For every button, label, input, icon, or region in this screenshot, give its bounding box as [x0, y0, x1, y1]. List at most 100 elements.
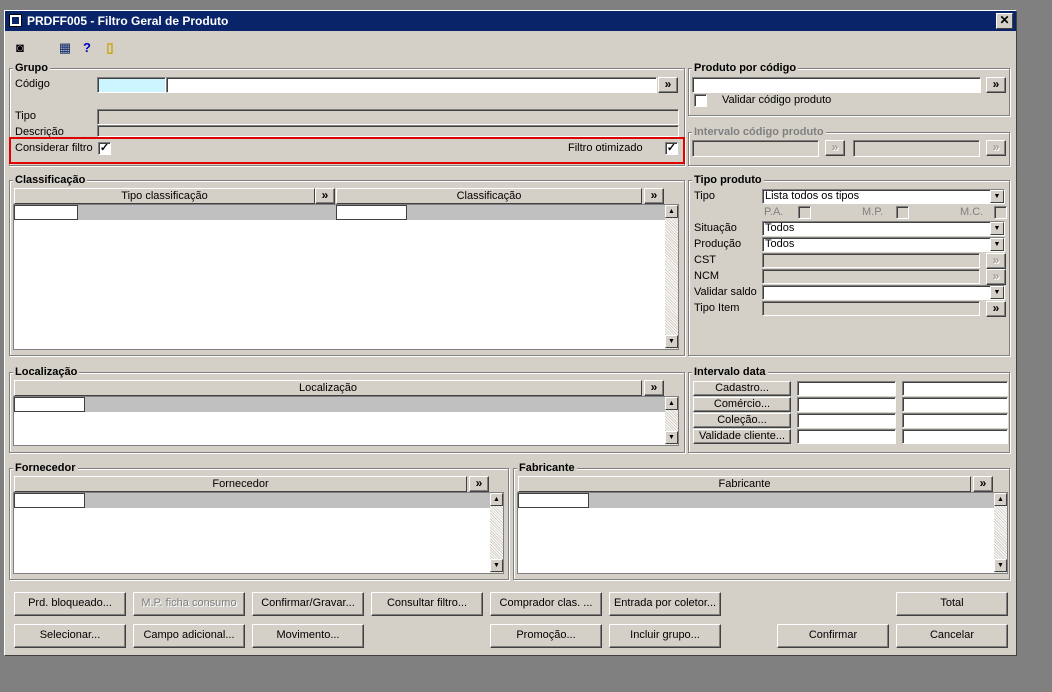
- entrada-coletor-button[interactable]: Entrada por coletor...: [609, 592, 721, 616]
- chevron-down-icon[interactable]: ▼: [990, 286, 1004, 299]
- exit-icon[interactable]: ◙: [10, 38, 30, 58]
- classificacao-header[interactable]: Classificação: [336, 188, 642, 204]
- scroll-up-icon[interactable]: ▲: [490, 493, 503, 506]
- intervalo-codigo-to: [853, 140, 980, 157]
- scroll-down-icon[interactable]: ▼: [665, 431, 678, 444]
- total-button[interactable]: Total: [896, 592, 1008, 616]
- comprador-button[interactable]: Comprador clas. ...: [490, 592, 602, 616]
- scroll-down-icon[interactable]: ▼: [490, 559, 503, 572]
- prd-bloqueado-button[interactable]: Prd. bloqueado...: [14, 592, 126, 616]
- classificacao-desc-cell: [407, 205, 665, 220]
- tipo-classificacao-header[interactable]: Tipo classificação: [14, 188, 315, 204]
- localizacao-desc-cell: [85, 397, 665, 412]
- campo-adicional-button[interactable]: Campo adicional...: [133, 624, 245, 648]
- colecao-from[interactable]: [797, 413, 896, 428]
- cst-field: [762, 253, 980, 268]
- classificacao-cell[interactable]: [336, 205, 407, 220]
- consultar-filtro-button[interactable]: Consultar filtro...: [371, 592, 483, 616]
- producao-label: Produção: [694, 238, 742, 250]
- localizacao-cell[interactable]: [14, 397, 85, 412]
- cadastro-button[interactable]: Cadastro...: [693, 381, 791, 396]
- codigo-input[interactable]: [97, 77, 166, 93]
- tipo-produto-title: Tipo produto: [692, 174, 764, 186]
- movimento-button[interactable]: Movimento...: [252, 624, 364, 648]
- fabricante-cell[interactable]: [518, 493, 589, 508]
- mc-checkbox: [994, 206, 1007, 219]
- scroll-up-icon[interactable]: ▲: [994, 493, 1007, 506]
- validade-cliente-to[interactable]: [902, 429, 1008, 444]
- selecionar-button[interactable]: Selecionar...: [14, 624, 126, 648]
- intervalo-data-title: Intervalo data: [692, 366, 768, 378]
- fornecedor-cell[interactable]: [14, 493, 85, 508]
- comercio-to[interactable]: [902, 397, 1008, 412]
- fabricante-desc-cell: [589, 493, 994, 508]
- calendar-icon[interactable]: ▦: [55, 38, 75, 58]
- classificacao-list[interactable]: [13, 204, 679, 350]
- intervalo-codigo-from: [692, 140, 819, 157]
- validade-cliente-from[interactable]: [797, 429, 896, 444]
- produto-codigo-lookup-button[interactable]: »: [986, 77, 1006, 93]
- door-icon[interactable]: ▯: [100, 38, 120, 58]
- comercio-button[interactable]: Comércio...: [693, 397, 791, 412]
- cancelar-button[interactable]: Cancelar: [896, 624, 1008, 648]
- produto-codigo-title: Produto por código: [692, 62, 799, 74]
- producao-select[interactable]: Todos: [762, 237, 1005, 252]
- fornecedor-header[interactable]: Fornecedor: [14, 476, 467, 492]
- cst-label: CST: [694, 254, 716, 266]
- promocao-button[interactable]: Promoção...: [490, 624, 602, 648]
- fabricante-title: Fabricante: [517, 462, 577, 474]
- chevron-down-icon[interactable]: ▼: [990, 190, 1004, 203]
- produto-codigo-input[interactable]: [692, 77, 981, 93]
- classificacao-lookup[interactable]: »: [644, 188, 664, 204]
- classificacao-scrollbar[interactable]: [665, 205, 678, 349]
- tipo-classificacao-cell[interactable]: [14, 205, 78, 220]
- scroll-down-icon[interactable]: ▼: [994, 559, 1007, 572]
- validar-saldo-label: Validar saldo: [694, 286, 757, 298]
- mp-label: M.P.: [862, 206, 884, 218]
- tipo-produto-tipo-label: Tipo: [694, 190, 715, 202]
- pa-checkbox: [798, 206, 811, 219]
- ncm-field: [762, 269, 980, 284]
- localizacao-lookup[interactable]: »: [644, 380, 664, 396]
- localizacao-header[interactable]: Localização: [14, 380, 642, 396]
- fornecedor-lookup[interactable]: »: [469, 476, 489, 492]
- incluir-grupo-button[interactable]: Incluir grupo...: [609, 624, 721, 648]
- tipo-item-lookup-button[interactable]: »: [986, 301, 1006, 317]
- tipo-produto-select[interactable]: Lista todos os tipos: [762, 189, 1005, 204]
- colecao-button[interactable]: Coleção...: [693, 413, 791, 428]
- cadastro-to[interactable]: [902, 381, 1008, 396]
- mp-ficha-consumo-button: M.P. ficha consumo: [133, 592, 245, 616]
- fabricante-lookup[interactable]: »: [973, 476, 993, 492]
- mc-label: M.C.: [960, 206, 984, 218]
- comercio-from[interactable]: [797, 397, 896, 412]
- chevron-down-icon[interactable]: ▼: [990, 238, 1004, 251]
- ncm-label: NCM: [694, 270, 720, 282]
- cadastro-from[interactable]: [797, 381, 896, 396]
- codigo-description-input[interactable]: [166, 77, 657, 93]
- tipo-item-label: Tipo Item: [694, 302, 740, 314]
- tipo-item-field: [762, 301, 980, 316]
- cst-lookup-button: »: [986, 253, 1006, 269]
- fabricante-header[interactable]: Fabricante: [518, 476, 971, 492]
- close-button[interactable]: ✕: [996, 13, 1013, 29]
- validar-codigo-checkbox[interactable]: [694, 94, 707, 107]
- chevron-down-icon[interactable]: ▼: [990, 222, 1004, 235]
- validade-cliente-button[interactable]: Validade cliente...: [693, 429, 791, 444]
- ncm-lookup-button: »: [986, 269, 1006, 285]
- colecao-to[interactable]: [902, 413, 1008, 428]
- confirmar-gravar-button[interactable]: Confirmar/Gravar...: [252, 592, 364, 616]
- scroll-up-icon[interactable]: ▲: [665, 205, 678, 218]
- situacao-select[interactable]: Todos: [762, 221, 1005, 236]
- descricao-field: [97, 125, 679, 137]
- codigo-lookup-button[interactable]: »: [658, 77, 678, 93]
- tipo-classificacao-lookup[interactable]: »: [315, 188, 335, 204]
- help-icon[interactable]: ?: [77, 38, 97, 58]
- scroll-up-icon[interactable]: ▲: [665, 397, 678, 410]
- mp-checkbox: [896, 206, 909, 219]
- intervalo-codigo-to-lookup: »: [986, 140, 1006, 156]
- confirmar-button[interactable]: Confirmar: [777, 624, 889, 648]
- scroll-down-icon[interactable]: ▼: [665, 335, 678, 348]
- highlight-box: [9, 137, 685, 164]
- intervalo-codigo-from-lookup: »: [825, 140, 845, 156]
- validar-saldo-select[interactable]: [762, 285, 1005, 300]
